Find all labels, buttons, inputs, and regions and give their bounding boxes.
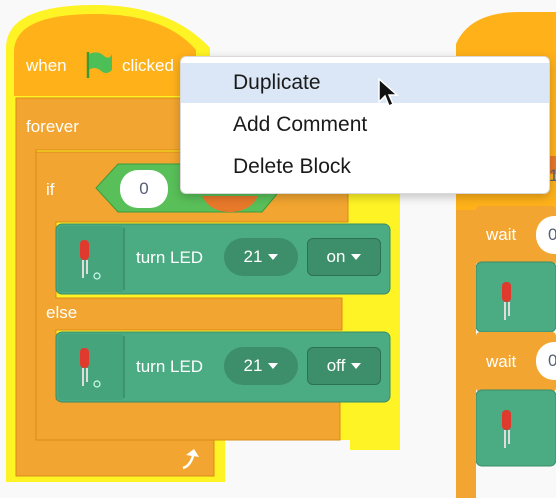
led-state-dropdown[interactable]: off: [307, 347, 381, 385]
clipped-text: 1: [549, 166, 556, 185]
dropdown-caret-icon: [268, 254, 279, 260]
clicked-label: clicked: [122, 56, 174, 75]
condition-input[interactable]: 0: [120, 170, 168, 208]
dropdown-caret-icon: [351, 254, 362, 260]
led-state-value: off: [326, 356, 346, 375]
if-label: if: [46, 180, 55, 199]
right-led-block-1[interactable]: [475, 261, 556, 333]
context-menu: Duplicate Add Comment Delete Block: [180, 56, 550, 194]
led-number-value: 21: [243, 247, 263, 266]
right-stack-edge: [456, 210, 476, 498]
menu-item-duplicate[interactable]: Duplicate: [181, 63, 549, 103]
led-state-dropdown[interactable]: on: [307, 238, 381, 276]
led-icon-panel: [58, 226, 124, 292]
else-label: else: [46, 303, 78, 322]
led-state-value: on: [326, 247, 346, 266]
when-label: when: [26, 56, 67, 75]
forever-label: forever: [26, 117, 79, 136]
led-icon-panel: [58, 334, 124, 400]
code-canvas[interactable]: when clicked forever if else 0 turn LED …: [0, 0, 556, 498]
wait-label: wait: [486, 225, 517, 244]
led-number-value: 21: [243, 356, 263, 375]
led-number-dropdown[interactable]: 21: [224, 347, 298, 385]
menu-item-delete-block[interactable]: Delete Block: [181, 147, 549, 187]
menu-item-add-comment[interactable]: Add Comment: [181, 105, 549, 145]
turn-led-label: turn LED: [136, 357, 204, 376]
turn-led-label: turn LED: [136, 248, 204, 267]
dropdown-caret-icon: [351, 363, 362, 369]
wait-label: wait: [486, 352, 517, 371]
mouse-cursor-icon: [378, 78, 399, 108]
led-number-dropdown[interactable]: 21: [224, 238, 298, 276]
dropdown-caret-icon: [268, 363, 279, 369]
right-led-block-2[interactable]: [475, 389, 556, 467]
